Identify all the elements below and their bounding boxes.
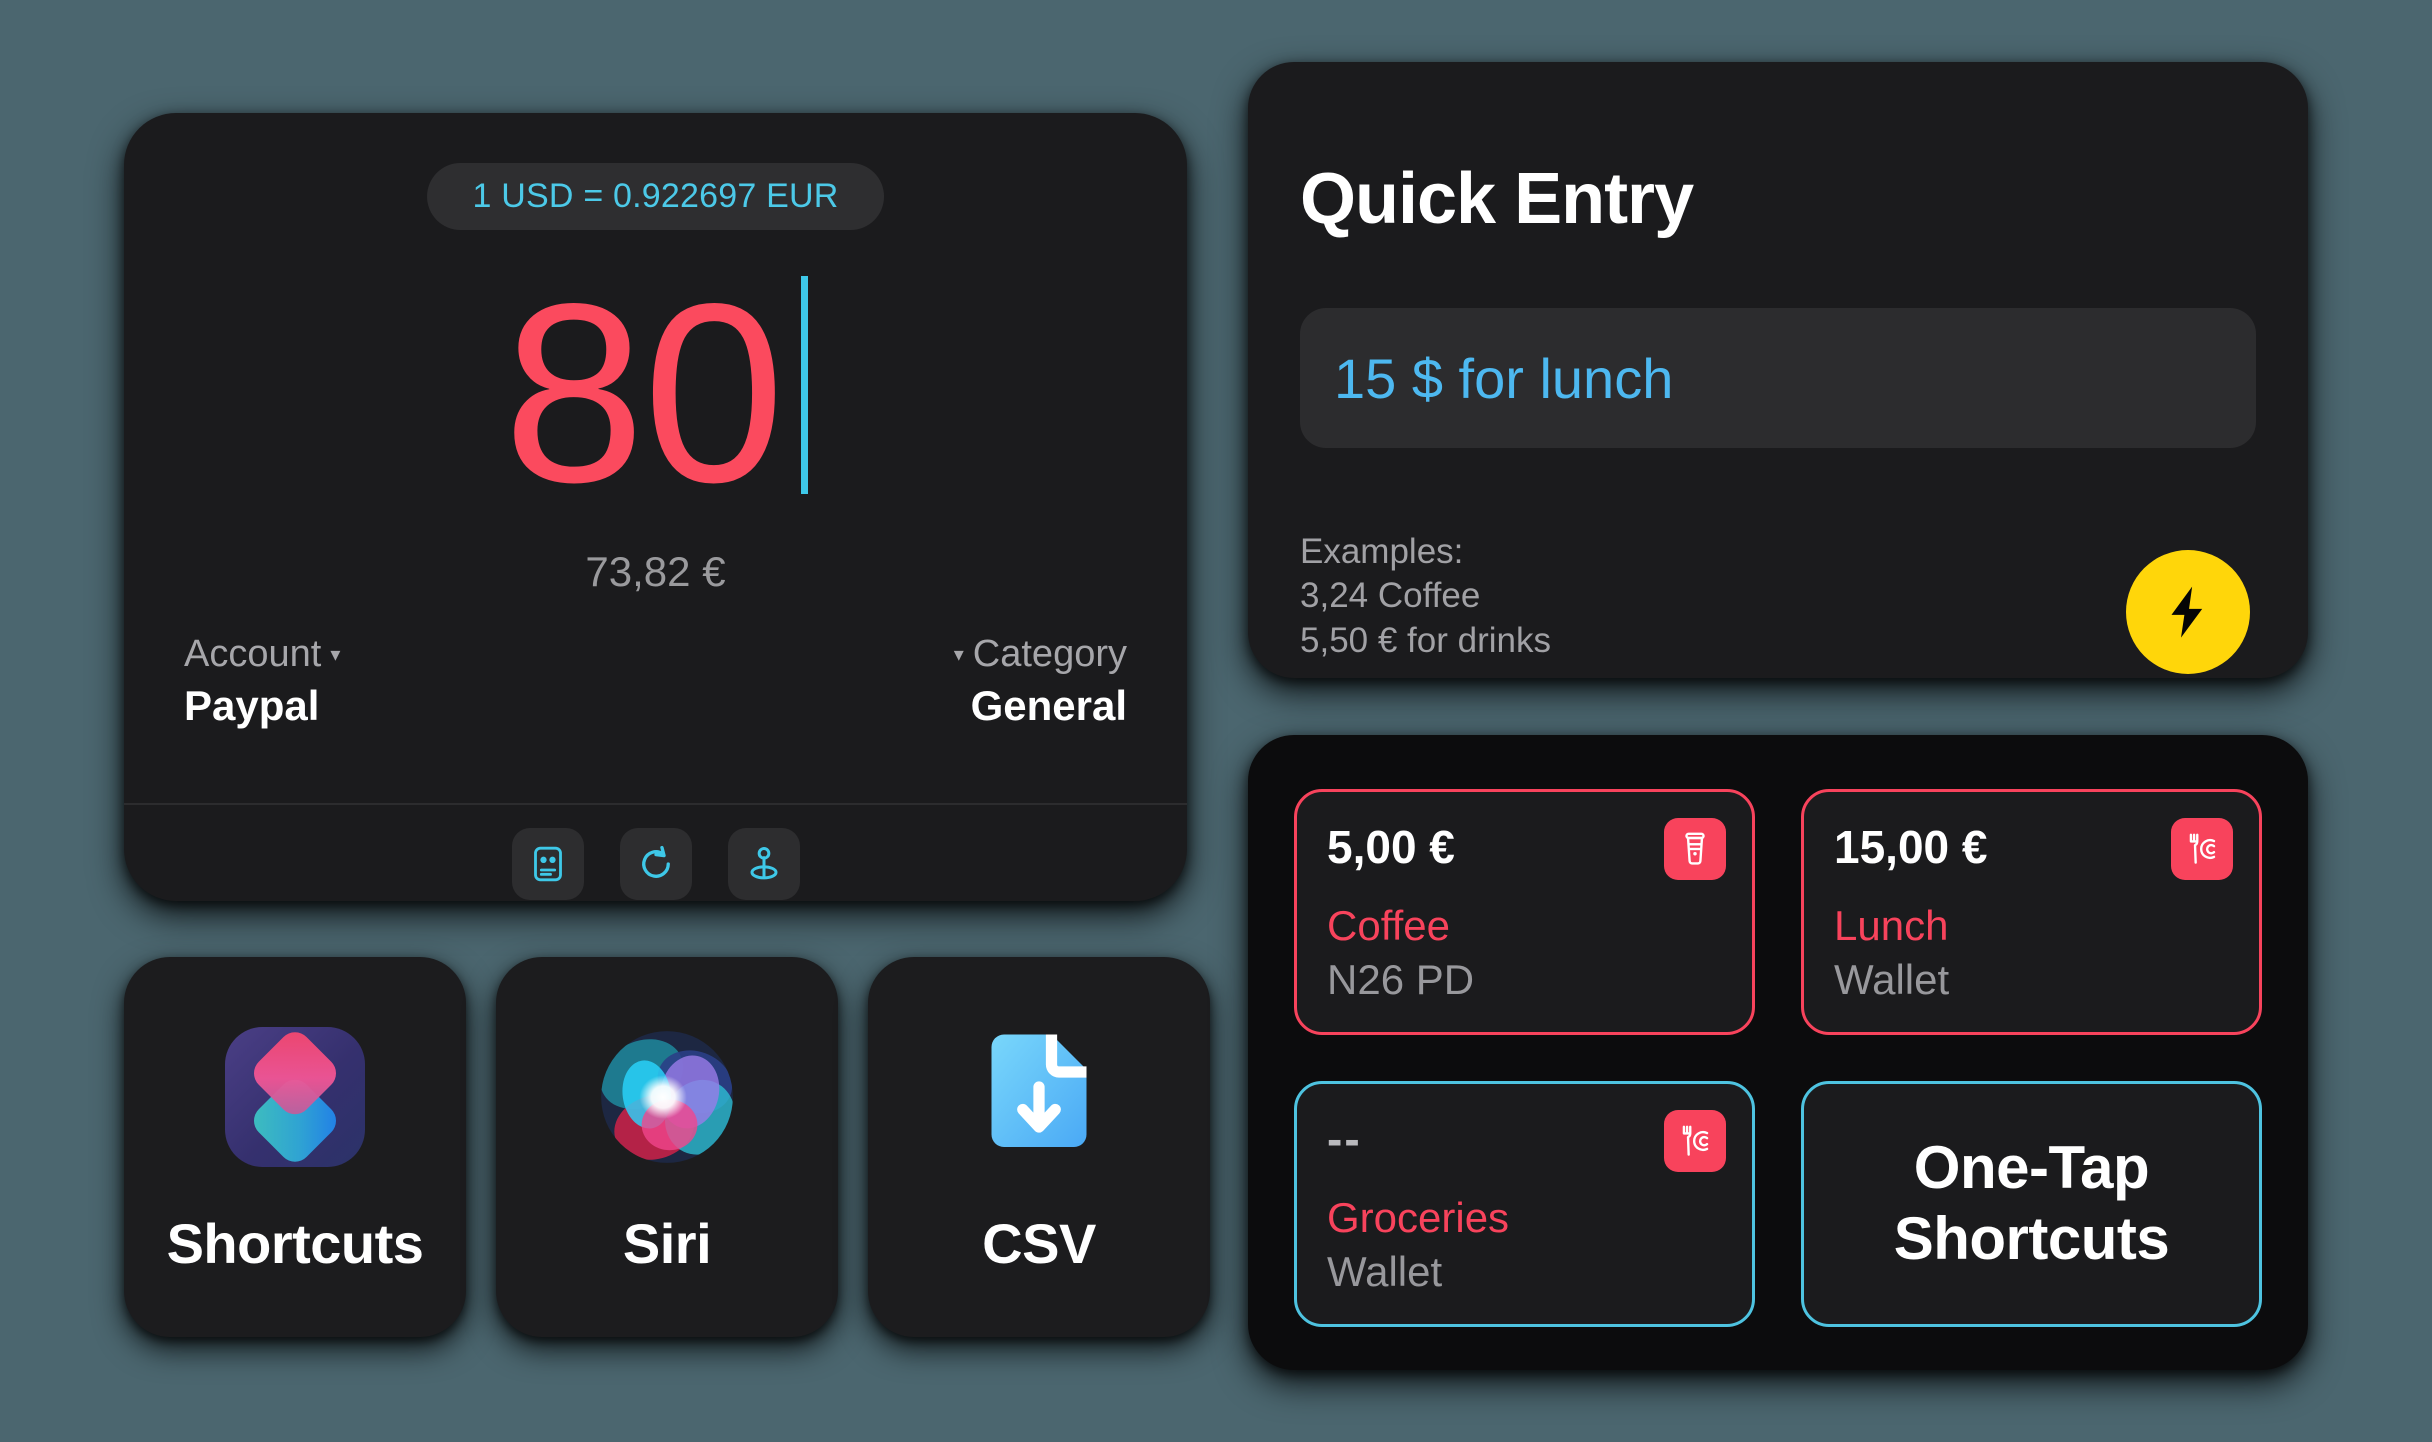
fork-plate-icon-graphic	[2189, 833, 2216, 864]
category-label-row: ▾ Category	[954, 633, 1127, 676]
shortcut-amount: --	[1327, 1113, 1362, 1165]
exchange-rate-pill[interactable]: 1 USD = 0.922697 EUR	[426, 163, 885, 230]
account-selector[interactable]: Account ▾ Paypal	[184, 633, 340, 730]
app-tile-siri[interactable]: Siri	[496, 957, 838, 1337]
examples-heading: Examples:	[1300, 532, 1464, 571]
calculator-card: 1 USD = 0.922697 EUR 80 73,82 € Account …	[124, 113, 1187, 901]
one-tap-shortcuts-panel: 5,00 € Coffee N26 PD 15,00 € Lunch Walle…	[1248, 735, 2308, 1370]
app-tile-label: CSV	[982, 1212, 1096, 1275]
shortcut-tile-one-tap[interactable]: One-Tap Shortcuts	[1801, 1081, 2262, 1327]
shortcuts-grid: 5,00 € Coffee N26 PD 15,00 € Lunch Walle…	[1294, 789, 2262, 1327]
location-button[interactable]	[727, 828, 800, 900]
coffee-cup-icon	[1664, 818, 1726, 880]
amount-display[interactable]: 80	[124, 266, 1187, 521]
lightning-bolt-icon	[2171, 586, 2203, 638]
app-tile-label: Shortcuts	[166, 1212, 424, 1275]
account-label-row: Account ▾	[184, 633, 340, 676]
run-quick-entry-button[interactable]	[2126, 550, 2250, 674]
note-button[interactable]	[511, 828, 584, 900]
one-tap-line-2: Shortcuts	[1893, 1205, 2170, 1272]
quick-entry-title: Quick Entry	[1300, 159, 1694, 239]
shortcut-category: Lunch	[1834, 902, 1949, 949]
account-label: Account	[184, 633, 322, 675]
quick-entry-card: Quick Entry 15 $ for lunch Examples: 3,2…	[1248, 62, 2308, 678]
app-tile-csv[interactable]: CSV	[868, 957, 1210, 1337]
exchange-rate-text: 1 USD = 0.922697 EUR	[472, 177, 839, 215]
quick-entry-examples: Examples: 3,24 Coffee 5,50 € for drinks	[1300, 530, 1551, 663]
shortcut-amount: 15,00 €	[1834, 821, 1988, 873]
shortcuts-app-icon	[207, 1009, 383, 1185]
shortcut-account: Wallet	[1834, 956, 1950, 1003]
fork-plate-icon	[2171, 818, 2233, 880]
one-tap-line-1: One-Tap	[1913, 1134, 2150, 1202]
siri-orb-icon-graphic	[601, 1031, 733, 1163]
shortcut-account: Wallet	[1327, 1248, 1443, 1295]
quick-entry-input[interactable]: 15 $ for lunch	[1300, 308, 2256, 448]
account-value: Paypal	[184, 682, 320, 729]
refresh-button[interactable]	[619, 828, 692, 900]
example-line: 3,24 Coffee	[1300, 576, 1481, 616]
category-value: General	[970, 682, 1127, 729]
converted-amount: 73,82 €	[585, 548, 726, 595]
refresh-icon	[641, 845, 670, 878]
app-tile-shortcuts[interactable]: Shortcuts	[124, 957, 466, 1337]
note-icon	[533, 846, 562, 882]
app-tile-label: Siri	[622, 1212, 712, 1275]
shortcut-amount: 5,00 €	[1327, 821, 1455, 873]
csv-download-icon-graphic	[991, 1034, 1087, 1147]
fork-plate-icon	[1664, 1110, 1726, 1172]
shortcut-category: Groceries	[1327, 1194, 1510, 1241]
shortcut-tile-lunch[interactable]: 15,00 € Lunch Wallet	[1801, 789, 2262, 1035]
example-line: 5,50 € for drinks	[1300, 620, 1551, 660]
fork-plate-icon-graphic	[1682, 1125, 1709, 1156]
amount-value: 80	[503, 250, 785, 536]
shortcut-account: N26 PD	[1327, 956, 1475, 1003]
coffee-cup-icon-graphic	[1685, 832, 1705, 865]
chevron-down-icon: ▾	[953, 643, 964, 666]
category-selector[interactable]: ▾ Category General	[954, 633, 1127, 730]
csv-download-icon	[951, 1009, 1127, 1185]
siri-orb-icon	[579, 1009, 755, 1185]
shortcut-category: Coffee	[1327, 902, 1450, 949]
toolbar-divider	[124, 803, 1187, 805]
one-tap-shortcuts-label: One-Tap Shortcuts	[1894, 1133, 2170, 1275]
account-category-row: Account ▾ Paypal ▾ Category General	[184, 633, 1127, 730]
chevron-down-icon: ▾	[330, 643, 341, 666]
shortcut-tile-coffee[interactable]: 5,00 € Coffee N26 PD	[1294, 789, 1755, 1035]
quick-entry-input-value: 15 $ for lunch	[1334, 346, 1674, 410]
location-pin-icon	[750, 846, 777, 880]
shortcut-tile-groceries[interactable]: -- Groceries Wallet	[1294, 1081, 1755, 1327]
category-label: Category	[972, 633, 1127, 675]
calculator-toolbar	[124, 828, 1187, 900]
text-cursor	[800, 276, 808, 494]
shortcuts-app-icon-graphic	[225, 1027, 365, 1167]
